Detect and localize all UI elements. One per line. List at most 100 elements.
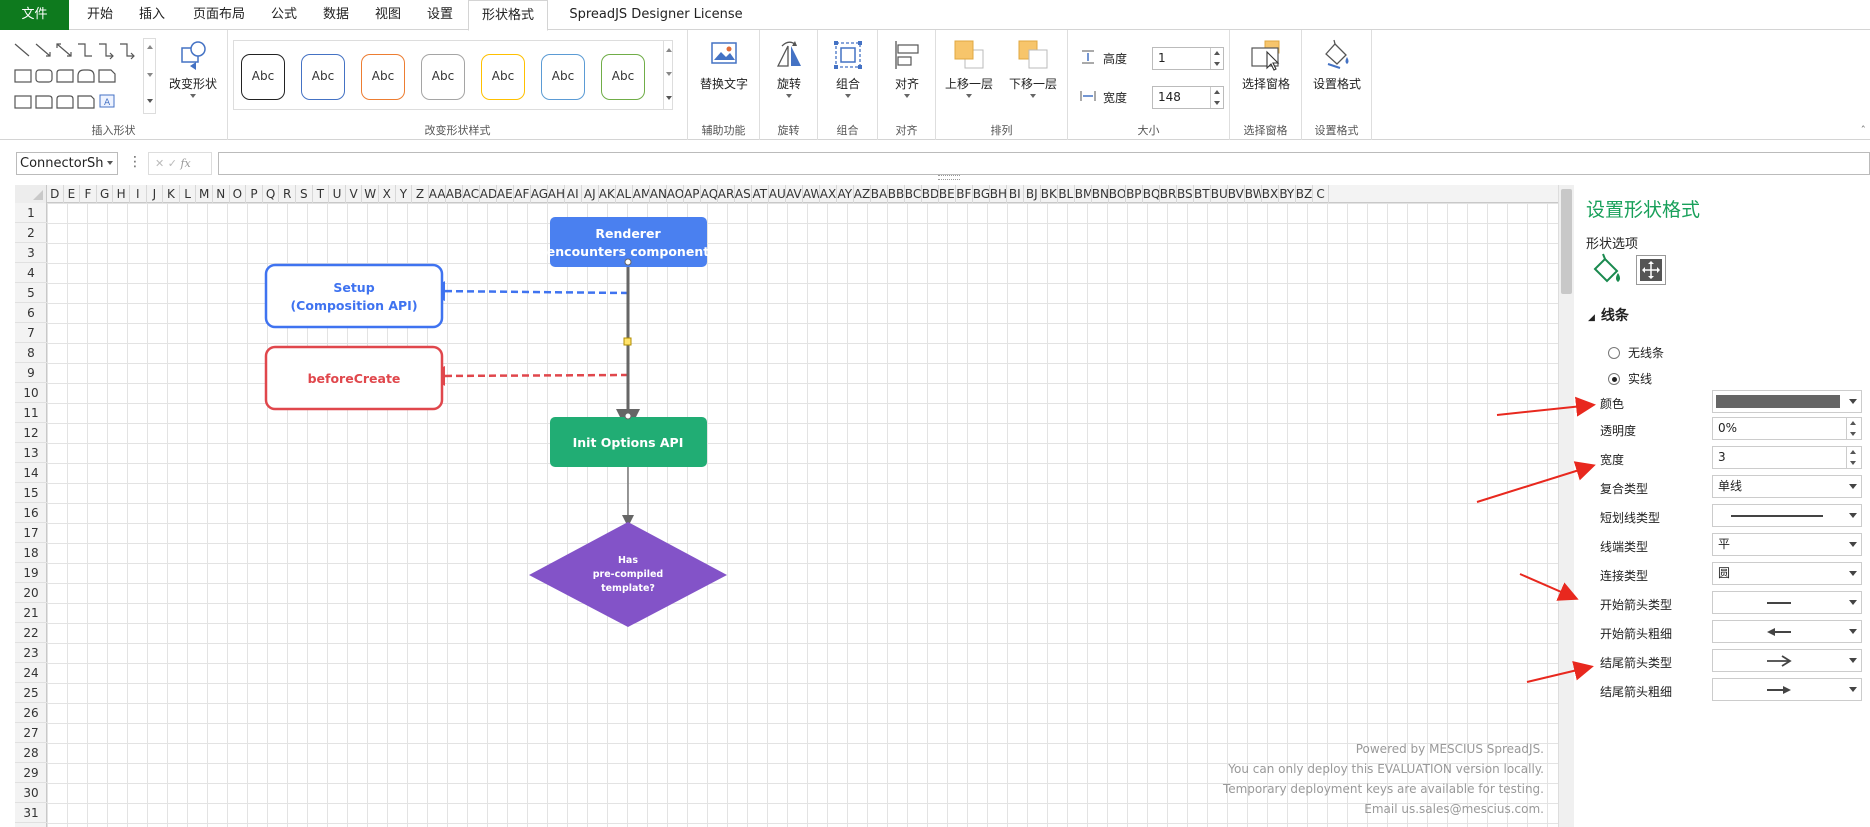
connector-to-setup[interactable] xyxy=(425,281,629,302)
column-header-al[interactable]: AL xyxy=(616,185,633,203)
line-section-header[interactable]: ◢ 线条 xyxy=(1588,305,1629,325)
style-gallery-scroll[interactable] xyxy=(663,40,674,110)
row-header-25[interactable]: 25 xyxy=(15,683,47,703)
height-input[interactable]: 1 xyxy=(1152,47,1224,70)
column-header-n[interactable]: N xyxy=(213,185,230,203)
collapse-ribbon-icon[interactable]: ˆ xyxy=(1861,124,1867,137)
rotate-button[interactable]: 旋转 xyxy=(760,38,818,98)
cancel-icon[interactable]: ✕ xyxy=(155,157,164,170)
style-sample-5[interactable]: Abc xyxy=(481,54,525,100)
begin-arrow-size-dropdown-icon[interactable] xyxy=(1844,621,1861,642)
align-button[interactable]: 对齐 xyxy=(878,38,936,98)
transparency-input[interactable]: 0% xyxy=(1712,417,1862,440)
dash-dropdown-icon[interactable] xyxy=(1844,505,1861,526)
column-header-m[interactable]: M xyxy=(196,185,213,203)
end-arrow-type-dropdown-icon[interactable] xyxy=(1844,650,1861,671)
setup-node[interactable] xyxy=(264,263,444,329)
column-header-h[interactable]: H xyxy=(113,185,130,203)
style-sample-1[interactable]: Abc xyxy=(241,54,285,100)
column-header-ac[interactable]: AC xyxy=(463,185,480,203)
row-header-22[interactable]: 22 xyxy=(15,623,47,643)
column-header-v[interactable]: V xyxy=(346,185,363,203)
name-box[interactable]: ConnectorSh xyxy=(16,152,118,175)
begin-arrow-type-dropdown-icon[interactable] xyxy=(1844,592,1861,613)
end-arrow-type-select[interactable] xyxy=(1712,649,1862,672)
end-arrow-size-select[interactable] xyxy=(1712,678,1862,701)
column-header-c[interactable]: C xyxy=(1313,185,1330,203)
tab-insert[interactable]: 插入 xyxy=(130,0,174,30)
column-header-ae[interactable]: AE xyxy=(497,185,514,203)
row-header-23[interactable]: 23 xyxy=(15,643,47,663)
line-color-picker[interactable] xyxy=(1712,390,1862,413)
column-header-bp[interactable]: BP xyxy=(1126,185,1143,203)
row-header-17[interactable]: 17 xyxy=(15,523,47,543)
column-header-aa[interactable]: AA xyxy=(429,185,446,203)
change-shape-button[interactable]: 改变形状 xyxy=(164,38,222,98)
confirm-icon[interactable]: ✓ xyxy=(168,157,177,170)
column-header-be[interactable]: BE xyxy=(939,185,956,203)
row-header-27[interactable]: 27 xyxy=(15,723,47,743)
column-header-ar[interactable]: AR xyxy=(718,185,735,203)
line-width-spinner[interactable] xyxy=(1846,447,1861,468)
column-header-y[interactable]: Y xyxy=(396,185,413,203)
send-backward-button[interactable]: 下移一层 xyxy=(1002,38,1064,98)
connector-start-handle[interactable] xyxy=(624,258,632,266)
cell-grid[interactable]: Renderer encounters component Setup (Com… xyxy=(47,203,1558,827)
style-sample-3[interactable]: Abc xyxy=(361,54,405,100)
resize-handle[interactable] xyxy=(938,175,960,180)
tab-settings[interactable]: 设置 xyxy=(418,0,462,30)
row-header-2[interactable]: 2 xyxy=(15,223,47,243)
column-header-bo[interactable]: BO xyxy=(1109,185,1126,203)
width-spinner[interactable] xyxy=(1210,87,1223,108)
row-header-18[interactable]: 18 xyxy=(15,543,47,563)
column-header-bs[interactable]: BS xyxy=(1177,185,1194,203)
row-header-29[interactable]: 29 xyxy=(15,763,47,783)
column-header-bm[interactable]: BM xyxy=(1075,185,1092,203)
column-header-bd[interactable]: BD xyxy=(922,185,939,203)
column-header-z[interactable]: Z xyxy=(412,185,429,203)
column-header-af[interactable]: AF xyxy=(514,185,531,203)
column-header-bz[interactable]: BZ xyxy=(1296,185,1313,203)
scrollbar-thumb[interactable] xyxy=(1561,189,1572,294)
column-header-ag[interactable]: AG xyxy=(531,185,548,203)
row-header-20[interactable]: 20 xyxy=(15,583,47,603)
column-header-ax[interactable]: AX xyxy=(820,185,837,203)
column-header-ay[interactable]: AY xyxy=(837,185,854,203)
bring-forward-button[interactable]: 上移一层 xyxy=(938,38,1000,98)
join-type-select[interactable]: 圆 xyxy=(1712,562,1862,585)
column-header-bq[interactable]: BQ xyxy=(1143,185,1160,203)
tab-view[interactable]: 视图 xyxy=(366,0,410,30)
column-header-ad[interactable]: AD xyxy=(480,185,497,203)
column-header-q[interactable]: Q xyxy=(263,185,280,203)
style-sample-2[interactable]: Abc xyxy=(301,54,345,100)
file-menu[interactable]: 文件 xyxy=(0,0,69,30)
column-header-bh[interactable]: BH xyxy=(990,185,1007,203)
vertical-scrollbar[interactable] xyxy=(1558,185,1574,827)
end-arrow-size-dropdown-icon[interactable] xyxy=(1844,679,1861,700)
column-header-f[interactable]: F xyxy=(80,185,97,203)
dash-type-select[interactable] xyxy=(1712,504,1862,527)
color-dropdown-icon[interactable] xyxy=(1844,391,1861,412)
cap-type-select[interactable]: 平 xyxy=(1712,533,1862,556)
connector-adjust-handle[interactable] xyxy=(623,337,632,346)
column-header-bf[interactable]: BF xyxy=(956,185,973,203)
column-header-bw[interactable]: BW xyxy=(1245,185,1262,203)
column-header-i[interactable]: I xyxy=(130,185,147,203)
column-header-d[interactable]: D xyxy=(47,185,64,203)
transparency-spinner[interactable] xyxy=(1846,418,1861,439)
column-header-bu[interactable]: BU xyxy=(1211,185,1228,203)
column-header-an[interactable]: AN xyxy=(650,185,667,203)
row-header-4[interactable]: 4 xyxy=(15,263,47,283)
size-properties-tab[interactable] xyxy=(1636,255,1666,285)
select-all-corner[interactable] xyxy=(15,185,47,203)
row-header-1[interactable]: 1 xyxy=(15,203,47,223)
connector-to-beforecreate[interactable] xyxy=(425,365,629,386)
column-header-ba[interactable]: BA xyxy=(871,185,888,203)
join-dropdown-icon[interactable] xyxy=(1844,563,1861,584)
solid-line-option[interactable]: 实线 xyxy=(1608,370,1652,387)
column-header-bj[interactable]: BJ xyxy=(1024,185,1041,203)
column-header-az[interactable]: AZ xyxy=(854,185,871,203)
style-sample-7[interactable]: Abc xyxy=(601,54,645,100)
row-header-31[interactable]: 31 xyxy=(15,803,47,823)
more-options-icon[interactable]: ⋮ xyxy=(128,154,142,170)
